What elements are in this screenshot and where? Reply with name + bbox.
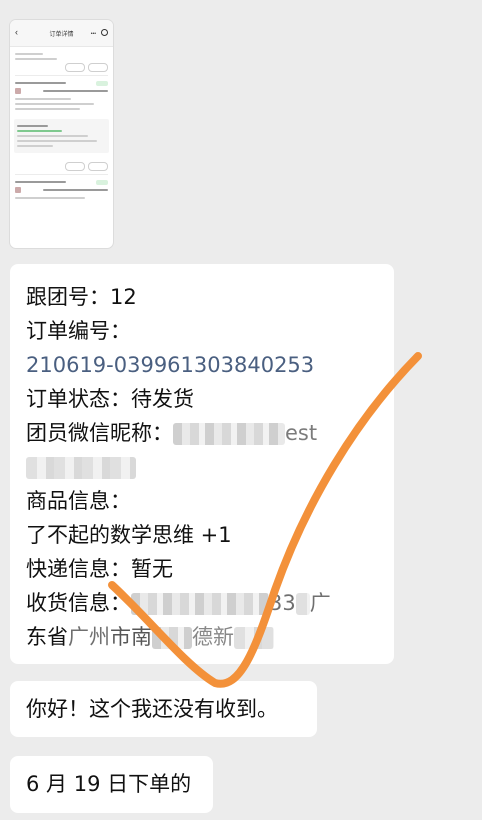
thumbnail-title: 订单详情: [49, 31, 74, 38]
nickname-blurred: [173, 423, 285, 445]
chat-message-order-date[interactable]: 6 月 19 日下单的: [10, 756, 213, 813]
team-number-value: 12: [110, 285, 137, 309]
chevron-left-icon: ‹: [15, 27, 18, 37]
express-value: 暂无: [131, 557, 173, 581]
nickname-tail: est: [285, 421, 318, 445]
address-blurred-2: [234, 627, 274, 649]
express-row: 快递信息：暂无: [26, 552, 380, 586]
receiver-blurred-2: [295, 593, 310, 615]
more-icon: •••: [90, 31, 96, 37]
order-status-value: 待发货: [131, 387, 194, 411]
product-value: 了不起的数学思维 +1: [26, 523, 232, 547]
team-number-row: 跟团号：12: [26, 280, 380, 314]
message-text: 你好！这个我还没有收到。: [26, 697, 278, 721]
team-number-label: 跟团号：: [26, 285, 110, 309]
receiver-label: 收货信息：: [26, 591, 131, 615]
receiver-row: 收货信息： 33 广: [26, 586, 380, 620]
address-blurred: [152, 627, 192, 649]
nickname-blurred-2: [26, 457, 136, 479]
address-fragment-3: 市南: [110, 625, 152, 649]
target-icon: [101, 29, 108, 36]
order-status-label: 订单状态：: [26, 387, 131, 411]
chat-message-not-received[interactable]: 你好！这个我还没有收到。: [10, 681, 317, 737]
nickname-label: 团员微信昵称：: [26, 421, 173, 445]
receiver-blurred: [131, 593, 269, 615]
express-label: 快递信息：: [26, 557, 131, 581]
screenshot-thumbnail[interactable]: ‹ 订单详情 •••: [10, 20, 113, 248]
product-label: 商品信息：: [26, 489, 131, 513]
thumbnail-order-block-2: [10, 156, 113, 205]
order-status-row: 订单状态：待发货: [26, 382, 380, 416]
receiver-fragment-1: 33: [269, 591, 296, 615]
thumbnail-order-block-1: [10, 47, 113, 116]
address-row: 东省广州市南 德新: [26, 620, 380, 654]
address-fragment-4: 德新: [192, 625, 234, 649]
order-number-label: 订单编号：: [26, 319, 131, 343]
thumbnail-header: ‹ 订单详情 •••: [10, 20, 113, 47]
message-text: 6 月 19 日下单的: [26, 772, 192, 796]
receiver-fragment-2: 广: [309, 591, 331, 615]
order-info-message[interactable]: 跟团号：12 订单编号： 210619-039961303840253 订单状态…: [10, 264, 394, 664]
thumbnail-order-card: [14, 119, 109, 153]
address-fragment-2: 广州: [68, 625, 110, 649]
order-number-link[interactable]: 210619-039961303840253: [26, 348, 380, 382]
address-fragment-1: 东省: [26, 625, 68, 649]
nickname-row: 团员微信昵称： est: [26, 416, 380, 450]
nickname-continued-row: [26, 450, 380, 484]
